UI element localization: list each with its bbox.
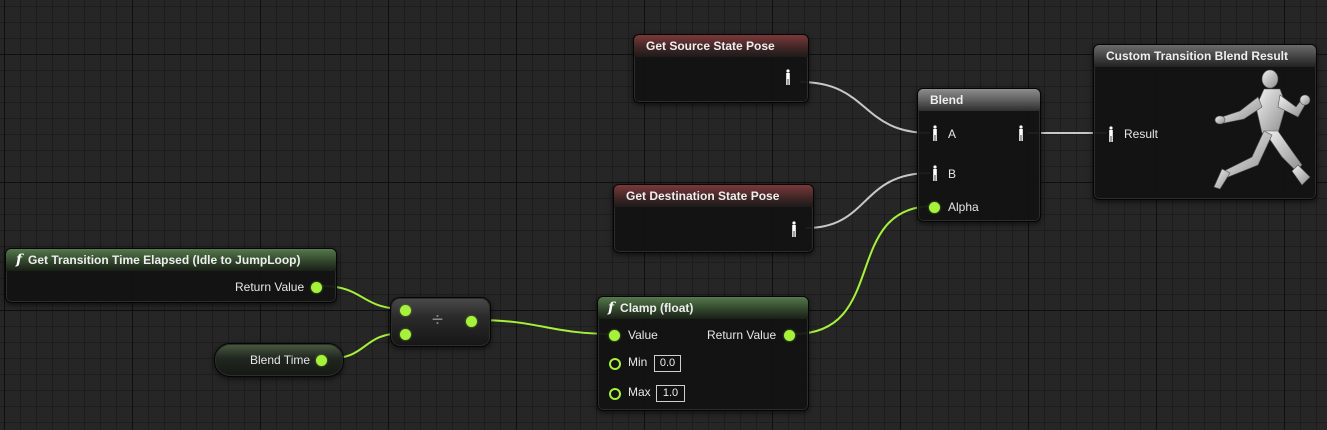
get-transition-time-elapsed-node[interactable]: f Get Transition Time Elapsed (Idle to Ju… [5,248,337,303]
return-value-pin-icon[interactable] [784,330,795,341]
custom-transition-blend-result-node[interactable]: Custom Transition Blend Result Result [1093,44,1317,200]
pose-output-pin-icon[interactable] [1017,125,1025,141]
pin-a-label: A [948,127,957,141]
pose-pin-icon[interactable] [790,221,798,237]
function-icon: f [608,300,615,316]
alpha-pin-icon[interactable] [929,202,940,213]
divide-input-a-pin-icon[interactable] [400,305,411,316]
return-value-label: Return Value [235,280,305,294]
pin-result-label: Result [1124,127,1159,141]
running-mannequin-icon [1213,69,1311,190]
blend-time-pin-icon[interactable] [316,355,327,366]
function-icon: f [16,252,23,268]
wire-divide-to-clamp[interactable] [475,319,615,335]
get-destination-state-pose-node[interactable]: Get Destination State Pose [613,184,814,253]
pose-pin-a-icon[interactable] [931,125,939,141]
pin-alpha-label: Alpha [948,200,979,214]
clamp-float-node[interactable]: f Clamp (float) Value Return Value Min 0.… [597,296,809,411]
return-value-label: Return Value [707,328,777,342]
wire-clamp-to-alpha[interactable] [793,205,935,335]
divide-node[interactable]: ÷ [390,297,491,347]
pose-pin-b-icon[interactable] [931,165,939,181]
wire-destination-to-blend-b[interactable] [805,172,931,229]
min-value-input[interactable]: 0.0 [654,355,681,372]
max-pin-icon[interactable] [609,388,621,400]
value-pin-icon[interactable] [609,330,620,341]
min-pin-icon[interactable] [609,358,621,370]
node-title: Blend [918,89,1040,111]
divide-output-pin-icon[interactable] [466,316,477,327]
node-title: Get Destination State Pose [614,185,813,207]
max-value-input[interactable]: 1.0 [656,385,685,402]
get-source-state-pose-node[interactable]: Get Source State Pose [633,34,809,103]
divide-input-b-pin-icon[interactable] [400,329,411,340]
pose-pin-icon[interactable] [784,69,792,85]
node-title: Clamp (float) [620,301,694,315]
return-value-pin-icon[interactable] [311,282,322,293]
wire-source-to-blend-a[interactable] [799,81,931,134]
pin-b-label: B [948,167,957,181]
node-title: Get Transition Time Elapsed (Idle to Jum… [28,253,301,267]
divide-icon: ÷ [432,309,443,331]
node-title: Custom Transition Blend Result [1094,45,1316,67]
blend-time-variable-node[interactable]: Blend Time [214,343,344,377]
node-title-row: f Clamp (float) [598,297,808,319]
blend-node[interactable]: Blend A B Alpha [917,88,1041,222]
min-label: Min [628,355,648,369]
blend-time-label: Blend Time [250,353,311,367]
node-title: Get Source State Pose [634,35,808,57]
max-label: Max [628,385,651,399]
pose-result-pin-icon[interactable] [1107,126,1115,142]
node-title-row: f Get Transition Time Elapsed (Idle to Ju… [6,249,336,271]
value-label: Value [628,328,658,342]
